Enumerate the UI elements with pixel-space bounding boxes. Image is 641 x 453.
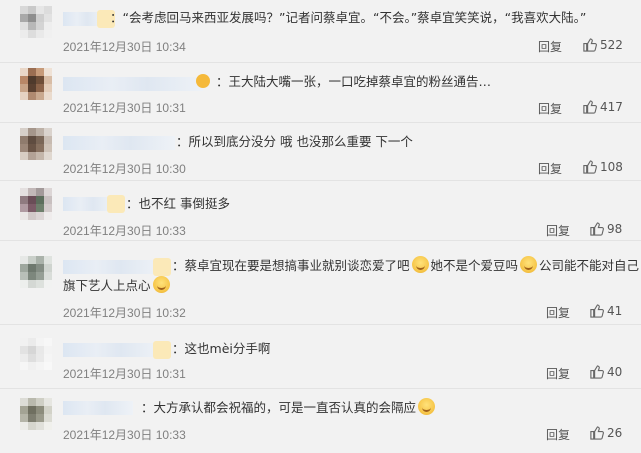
avatar[interactable] — [20, 128, 52, 160]
like-count: 40 — [607, 364, 623, 379]
reply-button[interactable]: 回复 — [546, 426, 570, 443]
comment-text: ：也不红 事倒挺多 — [126, 196, 230, 211]
like-count: 108 — [600, 159, 623, 174]
like-count: 41 — [607, 303, 623, 318]
comment-time: 2021年12月30日 10:31 — [63, 367, 186, 381]
like-button[interactable]: 522 — [582, 37, 623, 52]
reply-button[interactable]: 回复 — [546, 222, 570, 239]
username-blurred[interactable] — [63, 258, 171, 276]
badge-icon — [153, 341, 171, 359]
avatar[interactable] — [20, 68, 52, 100]
comment-item: ：这也mèi分手啊 2021年12月30日 10:31 回复 40 — [0, 324, 641, 389]
reply-button[interactable]: 回复 — [546, 304, 570, 321]
avatar[interactable] — [20, 338, 52, 370]
username-blurred[interactable] — [63, 136, 175, 150]
comment-time: 2021年12月30日 10:34 — [63, 40, 186, 54]
comment-text: ：所以到底分没分 哦 也没那么重要 下一个 — [176, 134, 413, 149]
avatar[interactable] — [20, 256, 52, 288]
comment-text: ：“会考虑回马来西亚发展吗？”记者问蔡卓宜。“不会。”蔡卓宜笑笑说，“我喜欢大陆… — [110, 10, 587, 25]
like-button[interactable]: 417 — [582, 99, 623, 114]
username-blurred[interactable] — [63, 195, 125, 213]
comment-text-line2: 旗下艺人上点心 — [63, 276, 172, 296]
avatar[interactable] — [20, 188, 52, 220]
like-button[interactable]: 108 — [582, 159, 623, 174]
emoji-icon — [152, 276, 170, 293]
comment-item: ：王大陆大嘴一张，一口吃掉蔡卓宜的粉丝通告… 2021年12月30日 10:31… — [0, 62, 641, 123]
username-blurred[interactable] — [63, 401, 133, 415]
face-icon — [196, 74, 210, 88]
username-blurred[interactable] — [63, 341, 171, 359]
avatar[interactable] — [20, 6, 52, 38]
comment-text: ：大方承认都会祝福的，可是一直否认真的会隔应 — [141, 398, 437, 418]
like-button[interactable]: 98 — [589, 221, 622, 236]
thumbs-up-icon — [590, 222, 604, 236]
like-count: 98 — [607, 221, 623, 236]
badge-icon — [107, 195, 125, 213]
like-button[interactable]: 41 — [589, 303, 622, 318]
comment-time: 2021年12月30日 10:33 — [63, 224, 186, 238]
comment-item: ：所以到底分没分 哦 也没那么重要 下一个 2021年12月30日 10:30 … — [0, 122, 641, 181]
like-count: 26 — [607, 425, 623, 440]
like-button[interactable]: 26 — [589, 425, 622, 440]
emoji-icon — [411, 256, 429, 273]
comment-time: 2021年12月30日 10:30 — [63, 162, 186, 176]
reply-button[interactable]: 回复 — [546, 365, 570, 382]
reply-button[interactable]: 回复 — [538, 100, 562, 117]
thumbs-up-icon — [583, 160, 597, 174]
comment-text: ：这也mèi分手啊 — [172, 341, 271, 356]
username-blurred[interactable] — [63, 77, 203, 91]
like-count: 522 — [600, 37, 623, 52]
comment-text: ：蔡卓宜现在要是想搞事业就别谈恋爱了吧 她不是个爱豆吗 公司能不能对自己 — [172, 256, 640, 273]
comment-item: ：“会考虑回马来西亚发展吗？”记者问蔡卓宜。“不会。”蔡卓宜笑笑说，“我喜欢大陆… — [0, 0, 641, 63]
reply-button[interactable]: 回复 — [538, 38, 562, 55]
comment-time: 2021年12月30日 10:32 — [63, 306, 186, 320]
emoji-icon — [418, 398, 436, 415]
comment-time: 2021年12月30日 10:31 — [63, 101, 186, 115]
comment-list: ：“会考虑回马来西亚发展吗？”记者问蔡卓宜。“不会。”蔡卓宜笑笑说，“我喜欢大陆… — [0, 0, 641, 453]
thumbs-up-icon — [590, 304, 604, 318]
thumbs-up-icon — [583, 100, 597, 114]
comment-item: ：蔡卓宜现在要是想搞事业就别谈恋爱了吧 她不是个爱豆吗 公司能不能对自己 旗下艺人上… — [0, 240, 641, 325]
thumbs-up-icon — [583, 38, 597, 52]
badge-icon — [153, 258, 171, 276]
username-blurred[interactable] — [63, 10, 115, 28]
comment-time: 2021年12月30日 10:33 — [63, 428, 186, 442]
thumbs-up-icon — [590, 365, 604, 379]
comment-text: ：王大陆大嘴一张，一口吃掉蔡卓宜的粉丝通告… — [196, 72, 491, 92]
comment-item: ：大方承认都会祝福的，可是一直否认真的会隔应 2021年12月30日 10:33… — [0, 388, 641, 453]
emoji-icon — [520, 256, 538, 273]
thumbs-up-icon — [590, 426, 604, 440]
reply-button[interactable]: 回复 — [538, 160, 562, 177]
like-count: 417 — [600, 99, 623, 114]
like-button[interactable]: 40 — [589, 364, 622, 379]
avatar[interactable] — [20, 398, 52, 430]
comment-item: ：也不红 事倒挺多 2021年12月30日 10:33 回复 98 — [0, 180, 641, 241]
